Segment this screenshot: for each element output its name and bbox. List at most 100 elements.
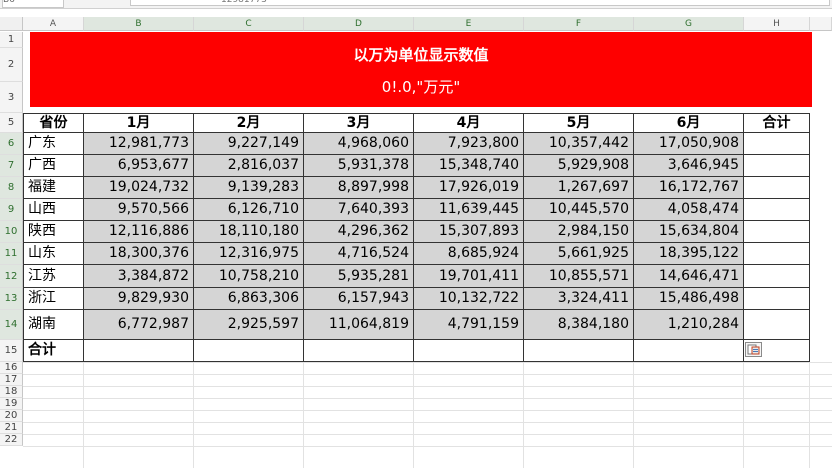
paste-options-icon[interactable] — [745, 342, 762, 357]
total-row-cell[interactable] — [634, 340, 744, 362]
value-cell[interactable]: 15,307,893 — [414, 221, 524, 243]
table-header-cell[interactable]: 2月 — [194, 113, 304, 133]
table-header-cell[interactable]: 1月 — [84, 113, 194, 133]
value-cell[interactable]: 12,316,975 — [194, 243, 304, 265]
province-cell[interactable]: 广西 — [23, 155, 84, 177]
value-cell[interactable]: 10,357,442 — [524, 133, 634, 155]
province-cell[interactable]: 浙江 — [23, 288, 84, 310]
total-cell[interactable] — [744, 310, 810, 340]
value-cell[interactable]: 3,384,872 — [84, 265, 194, 288]
value-cell[interactable]: 2,925,597 — [194, 310, 304, 340]
title-banner[interactable]: 以万为单位显示数值 0!.0,"万元" — [30, 32, 812, 107]
value-cell[interactable]: 8,685,924 — [414, 243, 524, 265]
value-cell[interactable]: 6,126,710 — [194, 199, 304, 221]
value-cell[interactable]: 10,445,570 — [524, 199, 634, 221]
value-cell[interactable]: 1,210,284 — [634, 310, 744, 340]
value-cell[interactable]: 19,701,411 — [414, 265, 524, 288]
value-cell[interactable]: 18,395,122 — [634, 243, 744, 265]
row-header-15[interactable]: 15 — [0, 340, 23, 362]
row-header-12[interactable]: 12 — [0, 265, 23, 288]
value-cell[interactable]: 11,639,445 — [414, 199, 524, 221]
select-all-corner[interactable] — [0, 17, 23, 31]
province-cell[interactable]: 湖南 — [23, 310, 84, 340]
value-cell[interactable]: 9,570,566 — [84, 199, 194, 221]
province-cell[interactable]: 江苏 — [23, 265, 84, 288]
total-row-cell[interactable] — [304, 340, 414, 362]
table-header-cell[interactable]: 合计 — [744, 113, 810, 133]
value-cell[interactable]: 16,172,767 — [634, 177, 744, 199]
total-row-cell[interactable] — [194, 340, 304, 362]
total-cell[interactable] — [744, 243, 810, 265]
value-cell[interactable]: 8,897,998 — [304, 177, 414, 199]
value-cell[interactable]: 6,863,306 — [194, 288, 304, 310]
value-cell[interactable]: 6,772,987 — [84, 310, 194, 340]
total-cell[interactable] — [744, 199, 810, 221]
province-cell[interactable]: 山东 — [23, 243, 84, 265]
column-header-c[interactable]: C — [194, 17, 304, 31]
row-header-22[interactable]: 22 — [0, 434, 23, 446]
value-cell[interactable]: 9,139,283 — [194, 177, 304, 199]
value-cell[interactable]: 5,661,925 — [524, 243, 634, 265]
value-cell[interactable]: 3,646,945 — [634, 155, 744, 177]
column-header-e[interactable]: E — [414, 17, 524, 31]
province-cell[interactable]: 陕西 — [23, 221, 84, 243]
table-header-cell[interactable]: 4月 — [414, 113, 524, 133]
row-header-19[interactable]: 19 — [0, 398, 23, 410]
row-header-8[interactable]: 8 — [0, 177, 23, 199]
total-label-cell[interactable]: 合计 — [23, 340, 84, 362]
total-cell[interactable] — [744, 133, 810, 155]
total-row-cell[interactable] — [414, 340, 524, 362]
table-header-cell[interactable]: 省份 — [23, 113, 84, 133]
table-header-cell[interactable]: 6月 — [634, 113, 744, 133]
total-row-cell[interactable] — [524, 340, 634, 362]
value-cell[interactable]: 15,348,740 — [414, 155, 524, 177]
table-header-cell[interactable]: 5月 — [524, 113, 634, 133]
value-cell[interactable]: 11,064,819 — [304, 310, 414, 340]
row-header-6[interactable]: 6 — [0, 133, 23, 155]
value-cell[interactable]: 4,716,524 — [304, 243, 414, 265]
column-header-h[interactable]: H — [744, 17, 810, 31]
province-cell[interactable]: 广东 — [23, 133, 84, 155]
total-cell[interactable] — [744, 177, 810, 199]
value-cell[interactable]: 7,640,393 — [304, 199, 414, 221]
row-header-5[interactable]: 5 — [0, 113, 23, 133]
total-cell[interactable] — [744, 265, 810, 288]
value-cell[interactable]: 6,157,943 — [304, 288, 414, 310]
row-header-21[interactable]: 21 — [0, 422, 23, 434]
value-cell[interactable]: 4,968,060 — [304, 133, 414, 155]
table-header-cell[interactable]: 3月 — [304, 113, 414, 133]
row-header-20[interactable]: 20 — [0, 410, 23, 422]
row-header-16[interactable]: 16 — [0, 362, 23, 374]
value-cell[interactable]: 18,110,180 — [194, 221, 304, 243]
value-cell[interactable]: 12,116,886 — [84, 221, 194, 243]
province-cell[interactable]: 福建 — [23, 177, 84, 199]
row-header-18[interactable]: 18 — [0, 386, 23, 398]
value-cell[interactable]: 15,486,498 — [634, 288, 744, 310]
value-cell[interactable]: 15,634,804 — [634, 221, 744, 243]
value-cell[interactable]: 5,931,378 — [304, 155, 414, 177]
value-cell[interactable]: 19,024,732 — [84, 177, 194, 199]
row-header-2[interactable]: 2 — [0, 48, 23, 82]
row-header-7[interactable]: 7 — [0, 155, 23, 177]
value-cell[interactable]: 6,953,677 — [84, 155, 194, 177]
row-header-11[interactable]: 11 — [0, 243, 23, 265]
value-cell[interactable]: 8,384,180 — [524, 310, 634, 340]
column-header-d[interactable]: D — [304, 17, 414, 31]
column-header-g[interactable]: G — [634, 17, 744, 31]
row-header-17[interactable]: 17 — [0, 374, 23, 386]
total-cell[interactable] — [744, 221, 810, 243]
row-header-14[interactable]: 14 — [0, 310, 23, 340]
value-cell[interactable]: 1,267,697 — [524, 177, 634, 199]
value-cell[interactable]: 9,227,149 — [194, 133, 304, 155]
value-cell[interactable]: 10,855,571 — [524, 265, 634, 288]
row-header-9[interactable]: 9 — [0, 199, 23, 221]
row-header-10[interactable]: 10 — [0, 221, 23, 243]
value-cell[interactable]: 17,050,908 — [634, 133, 744, 155]
column-header-a[interactable]: A — [23, 17, 84, 31]
name-box[interactable]: B6 — [2, 0, 64, 8]
column-header-f[interactable]: F — [524, 17, 634, 31]
value-cell[interactable]: 17,926,019 — [414, 177, 524, 199]
formula-input[interactable]: 12981773 — [130, 0, 830, 6]
value-cell[interactable]: 4,058,474 — [634, 199, 744, 221]
total-cell[interactable] — [744, 155, 810, 177]
